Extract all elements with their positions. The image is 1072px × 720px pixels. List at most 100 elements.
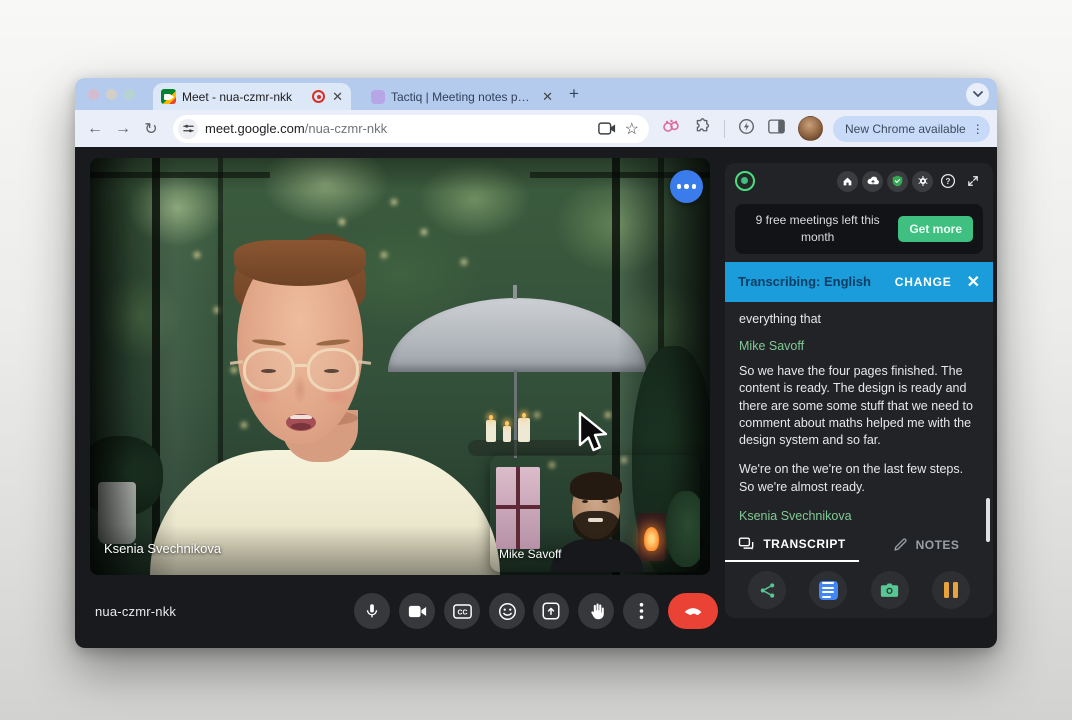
transcript-text: everything that bbox=[739, 311, 821, 326]
help-icon[interactable]: ? bbox=[937, 171, 958, 192]
main-video-tile[interactable]: Ksenia Svechnikova Mike Savoff bbox=[90, 158, 710, 575]
tab-transcript[interactable]: TRANSCRIPT bbox=[725, 527, 859, 562]
privacy-shield-icon[interactable] bbox=[887, 170, 908, 192]
raise-hand-button[interactable] bbox=[578, 593, 614, 629]
transcript-text: We're on the we're on the last few steps… bbox=[739, 462, 964, 494]
extensions-row bbox=[662, 116, 823, 141]
free-meetings-banner: 9 free meetings left this month Get more bbox=[735, 204, 983, 254]
free-meetings-text: 9 free meetings left this month bbox=[755, 213, 880, 244]
extension-icon-pink[interactable] bbox=[662, 119, 681, 139]
forward-button[interactable]: → bbox=[109, 120, 137, 138]
end-call-button[interactable] bbox=[668, 593, 718, 629]
pip-window bbox=[496, 467, 540, 549]
fireplace bbox=[638, 513, 665, 561]
screenshot-button[interactable] bbox=[870, 571, 909, 609]
pencil-icon bbox=[893, 538, 907, 551]
mac-close-button[interactable] bbox=[88, 89, 99, 100]
url-path: /nua-czmr-nkk bbox=[304, 121, 388, 136]
mouth bbox=[588, 518, 603, 522]
mac-maximize-button[interactable] bbox=[124, 89, 135, 100]
transcribing-bar: Transcribing: English CHANGE ✕ bbox=[725, 261, 993, 302]
camera-button[interactable] bbox=[399, 593, 435, 629]
close-transcribing-icon[interactable]: ✕ bbox=[967, 272, 980, 292]
address-bar[interactable]: meet.google.com/nua-czmr-nkk ☆ bbox=[173, 114, 649, 143]
transcript-text: So we have the four pages finished. The … bbox=[739, 364, 973, 448]
captions-button[interactable]: CC bbox=[444, 593, 480, 629]
eyebrow bbox=[600, 495, 611, 498]
pause-recording-button[interactable] bbox=[931, 571, 970, 609]
tactiq-logo-icon bbox=[735, 171, 755, 191]
meeting-code: nua-czmr-nkk bbox=[95, 604, 177, 619]
bookmark-star-icon[interactable]: ☆ bbox=[625, 119, 639, 139]
eyebrow bbox=[580, 495, 591, 498]
scrollbar-thumb[interactable] bbox=[986, 498, 990, 542]
transcript-speaker: Ksenia Svechnikova bbox=[739, 508, 852, 523]
browser-toolbar: ← → ↻ meet.google.com/nua-czmr-nkk ☆ New… bbox=[75, 110, 997, 147]
tactiq-favicon bbox=[371, 89, 385, 104]
home-icon[interactable] bbox=[837, 170, 858, 192]
tab-title: Meet - nua-czmr-nkk bbox=[182, 89, 293, 104]
meet-favicon bbox=[161, 89, 176, 104]
back-button[interactable]: ← bbox=[81, 120, 109, 138]
eye bbox=[602, 500, 608, 503]
collapse-panel-icon[interactable] bbox=[962, 171, 983, 192]
tab-transcript-label: TRANSCRIPT bbox=[763, 536, 846, 551]
tab-title: Tactiq | Meeting notes power bbox=[391, 89, 537, 104]
site-info-icon[interactable] bbox=[178, 118, 198, 139]
tab-search-chevron-icon[interactable] bbox=[966, 83, 989, 106]
help-glyph: ? bbox=[945, 177, 950, 186]
present-screen-button[interactable] bbox=[533, 593, 569, 629]
participant-name-label: Ksenia Svechnikova bbox=[104, 541, 222, 556]
get-more-button[interactable]: Get more bbox=[898, 215, 973, 242]
url-text: meet.google.com/nua-czmr-nkk bbox=[205, 121, 589, 136]
mac-minimize-button[interactable] bbox=[106, 89, 117, 100]
browser-window: Meet - nua-czmr-nkk ✕ Tactiq | Meeting n… bbox=[75, 78, 997, 648]
meet-page: Ksenia Svechnikova Mike Savoff nua-czmr-… bbox=[75, 147, 997, 648]
change-language-button[interactable]: CHANGE bbox=[895, 275, 952, 289]
tab-close-icon[interactable]: ✕ bbox=[332, 90, 343, 103]
reload-button[interactable]: ↻ bbox=[137, 119, 165, 139]
profile-avatar[interactable] bbox=[798, 116, 823, 141]
tab-strip: Meet - nua-czmr-nkk ✕ Tactiq | Meeting n… bbox=[75, 78, 997, 110]
pause-icon bbox=[943, 582, 958, 598]
extension-icon-ring[interactable] bbox=[738, 118, 755, 140]
google-docs-button[interactable] bbox=[809, 571, 848, 609]
chrome-update-button[interactable]: New Chrome available ⋮ bbox=[833, 115, 990, 142]
recording-indicator-icon bbox=[312, 90, 326, 103]
plant bbox=[666, 491, 700, 567]
tactiq-header: ? bbox=[725, 163, 993, 199]
new-tab-button[interactable]: + bbox=[569, 84, 579, 104]
url-host: meet.google.com bbox=[205, 121, 305, 136]
more-options-button[interactable] bbox=[623, 593, 659, 629]
tactiq-sidebar: ? 9 free meetings left this month Get mo… bbox=[725, 163, 993, 618]
pip-video-tile[interactable]: Mike Savoff bbox=[490, 455, 700, 572]
pip-name-label: Mike Savoff bbox=[499, 547, 562, 561]
chrome-update-label: New Chrome available bbox=[845, 121, 966, 136]
microphone-button[interactable] bbox=[354, 593, 390, 629]
share-button[interactable] bbox=[748, 571, 787, 609]
tactiq-floating-bubble[interactable] bbox=[670, 170, 703, 203]
pip-hair bbox=[570, 472, 622, 500]
browser-menu-icon[interactable]: ⋮ bbox=[972, 122, 984, 136]
tab-close-icon[interactable]: ✕ bbox=[542, 90, 553, 103]
extensions-puzzle-icon[interactable] bbox=[694, 117, 711, 140]
settings-gear-icon[interactable] bbox=[912, 170, 933, 192]
tab-camera-icon[interactable] bbox=[597, 122, 616, 135]
tactiq-tabs: TRANSCRIPT NOTES bbox=[725, 527, 993, 562]
tab-notes[interactable]: NOTES bbox=[859, 527, 993, 562]
transcript-panel[interactable]: everything that Mike Savoff So we have t… bbox=[725, 302, 993, 527]
tab-tactiq[interactable]: Tactiq | Meeting notes power ✕ bbox=[363, 83, 561, 110]
tactiq-action-bar bbox=[725, 562, 993, 618]
toolbar-separator bbox=[724, 119, 725, 138]
google-docs-icon bbox=[818, 580, 838, 600]
chat-bubbles-icon bbox=[739, 537, 754, 550]
transcript-speaker: Mike Savoff bbox=[739, 338, 805, 353]
tab-meet[interactable]: Meet - nua-czmr-nkk ✕ bbox=[153, 83, 351, 110]
eye bbox=[582, 500, 588, 503]
reactions-button[interactable] bbox=[489, 593, 525, 629]
side-panel-icon[interactable] bbox=[768, 118, 785, 139]
transcribing-label: Transcribing: English bbox=[738, 274, 871, 290]
mouse-cursor bbox=[578, 411, 608, 452]
cloud-upload-icon[interactable] bbox=[862, 170, 883, 192]
desktop: Meet - nua-czmr-nkk ✕ Tactiq | Meeting n… bbox=[0, 0, 1072, 720]
